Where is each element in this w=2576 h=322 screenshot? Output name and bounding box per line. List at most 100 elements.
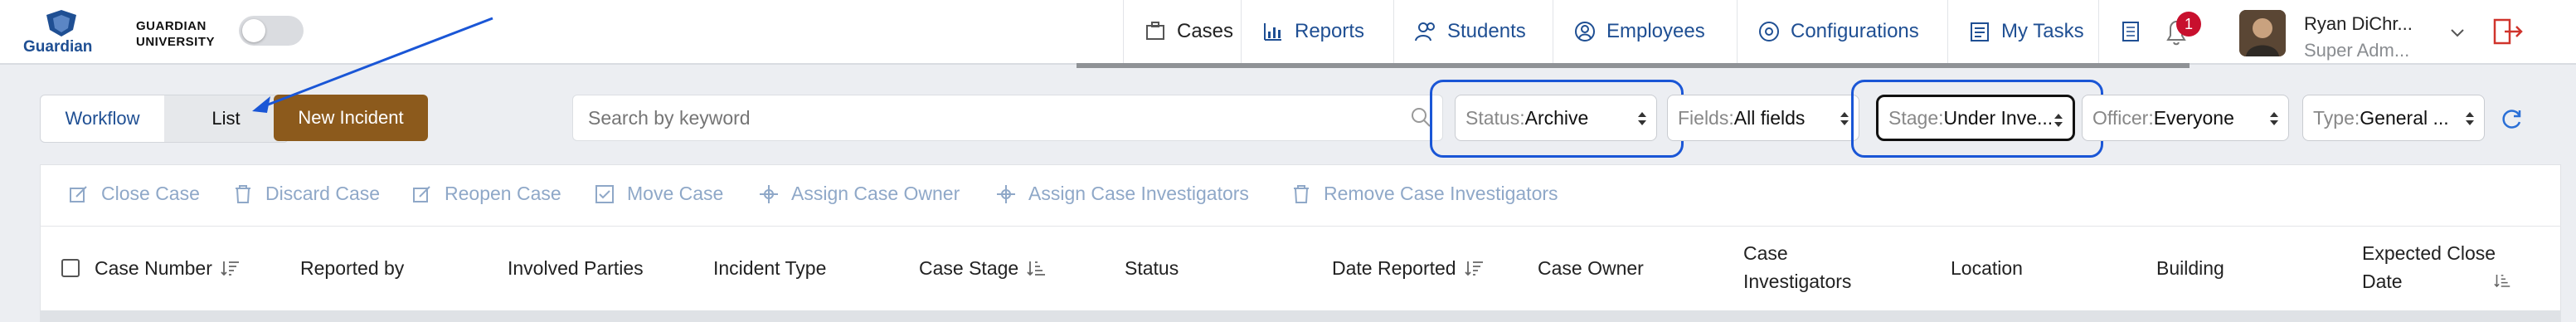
chevron-down-icon[interactable] <box>2448 23 2467 41</box>
edit-icon <box>413 185 430 202</box>
column-status-label: Status <box>1125 257 1179 279</box>
column-case-number-label: Case Number <box>95 257 212 279</box>
list-view-button[interactable]: List <box>164 95 288 142</box>
column-case-stage-label: Case Stage <box>919 257 1019 279</box>
view-toggle: Workflow List <box>40 95 289 143</box>
officer-filter-label: Officer: <box>2092 106 2154 129</box>
column-incident-type[interactable]: Incident Type <box>713 254 826 282</box>
nav-cases[interactable]: Cases <box>1123 0 1241 63</box>
assign-case-investigators-label: Assign Case Investigators <box>1028 183 1249 204</box>
column-location-label: Location <box>1951 257 2023 279</box>
configurations-icon <box>1759 22 1779 41</box>
search-icon[interactable] <box>1410 106 1431 128</box>
workflow-view-button[interactable]: Workflow <box>41 95 164 142</box>
sort-icon <box>221 261 239 276</box>
column-case-investigators-label: Case Investigators <box>1743 242 1852 292</box>
toolbar-divider <box>40 226 2561 227</box>
refresh-icon[interactable] <box>2500 106 2525 131</box>
nav-cases-label: Cases <box>1177 20 1234 42</box>
cases-icon <box>1146 22 1164 40</box>
trash-icon <box>1294 184 1309 203</box>
type-filter-label: Type: <box>2313 106 2360 129</box>
column-case-owner[interactable]: Case Owner <box>1538 254 1644 282</box>
organization-name-line2: University <box>136 35 216 49</box>
reopen-case-label: Reopen Case <box>445 183 561 204</box>
nav-my-tasks-label: My Tasks <box>2001 20 2084 42</box>
column-involved-parties-label: Involved Parties <box>508 257 644 279</box>
status-filter-highlight <box>1430 80 1684 158</box>
logout-icon[interactable] <box>2491 15 2525 48</box>
assign-case-owner-label: Assign Case Owner <box>791 183 960 204</box>
select-all-checkbox[interactable] <box>61 259 80 277</box>
assign-case-owner-action[interactable]: Assign Case Owner <box>758 183 960 205</box>
column-expected-close-date[interactable]: Expected Close Date <box>2362 239 2511 295</box>
nav-my-tasks[interactable]: My Tasks <box>1947 0 2098 63</box>
fields-filter-label: Fields: <box>1678 106 1734 129</box>
assign-case-investigators-action[interactable]: Assign Case Investigators <box>995 183 1249 205</box>
move-case-action[interactable]: Move Case <box>594 183 723 205</box>
nav-more[interactable] <box>2098 0 2148 63</box>
type-filter-value: General ... <box>2360 106 2449 129</box>
avatar[interactable] <box>2239 10 2286 56</box>
sort-icon <box>1464 261 1483 276</box>
discard-case-label: Discard Case <box>265 183 381 204</box>
employees-icon <box>1575 22 1595 41</box>
new-incident-button[interactable]: New Incident <box>274 95 428 141</box>
mode-toggle[interactable] <box>239 16 304 46</box>
remove-case-investigators-label: Remove Case Investigators <box>1324 183 1558 204</box>
officer-filter-value: Everyone <box>2153 106 2234 129</box>
remove-case-investigators-action[interactable]: Remove Case Investigators <box>1290 183 1558 205</box>
sort-arrows-icon <box>2466 112 2474 125</box>
sort-icon <box>1027 261 1046 276</box>
sort-icon <box>2494 275 2510 288</box>
column-case-stage[interactable]: Case Stage <box>919 254 1047 282</box>
document-icon <box>2122 22 2139 41</box>
nav-configurations-label: Configurations <box>1791 20 1919 42</box>
column-case-investigators[interactable]: Case Investigators <box>1743 239 1859 295</box>
column-case-number[interactable]: Case Number <box>95 254 241 282</box>
officer-filter[interactable]: Officer: Everyone <box>2082 95 2289 141</box>
fields-filter[interactable]: Fields: All fields <box>1667 95 1859 141</box>
column-date-reported-label: Date Reported <box>1332 257 1456 279</box>
sort-arrows-icon <box>2270 112 2278 125</box>
user-name[interactable]: Ryan DiChr... <box>2304 13 2413 35</box>
search-input[interactable] <box>572 95 1443 141</box>
organization-name: Guardian University <box>136 18 215 50</box>
column-incident-type-label: Incident Type <box>713 257 827 279</box>
nav-scroll-indicator <box>1077 63 2190 68</box>
sort-arrows-icon <box>1840 112 1849 125</box>
column-status[interactable]: Status <box>1125 254 1179 282</box>
nav-employees-label: Employees <box>1606 20 1705 42</box>
column-reported-by-label: Reported by <box>300 257 405 279</box>
column-reported-by[interactable]: Reported by <box>300 254 404 282</box>
table-body-edge <box>40 310 2561 322</box>
close-case-action[interactable]: Close Case <box>68 183 200 205</box>
fields-filter-value: All fields <box>1733 106 1806 129</box>
column-date-reported[interactable]: Date Reported <box>1332 254 1485 282</box>
guardian-shield-icon <box>46 10 76 37</box>
students-icon <box>1415 22 1435 41</box>
notification-badge: 1 <box>2176 12 2201 37</box>
move-case-label: Move Case <box>627 183 724 204</box>
column-case-owner-label: Case Owner <box>1538 257 1644 279</box>
discard-case-action[interactable]: Discard Case <box>232 183 380 205</box>
column-location[interactable]: Location <box>1951 254 2023 282</box>
stage-filter-highlight <box>1851 80 2103 158</box>
nav-reports-label: Reports <box>1295 20 1365 42</box>
crosshair-icon <box>997 184 1015 203</box>
nav-configurations[interactable]: Configurations <box>1737 0 1947 63</box>
tasks-icon <box>1971 22 1989 41</box>
nav-students-label: Students <box>1447 20 1526 42</box>
column-building-label: Building <box>2156 257 2224 279</box>
column-involved-parties[interactable]: Involved Parties <box>508 254 644 282</box>
nav-students[interactable]: Students <box>1393 0 1553 63</box>
checkbox-icon <box>595 184 614 203</box>
trash-icon <box>236 184 250 203</box>
nav-employees[interactable]: Employees <box>1553 0 1737 63</box>
nav-reports[interactable]: Reports <box>1241 0 1393 63</box>
crosshair-icon <box>760 184 778 203</box>
type-filter[interactable]: Type: General ... <box>2302 95 2485 141</box>
column-building[interactable]: Building <box>2156 254 2224 282</box>
reopen-case-action[interactable]: Reopen Case <box>411 183 561 205</box>
close-case-label: Close Case <box>101 183 200 204</box>
